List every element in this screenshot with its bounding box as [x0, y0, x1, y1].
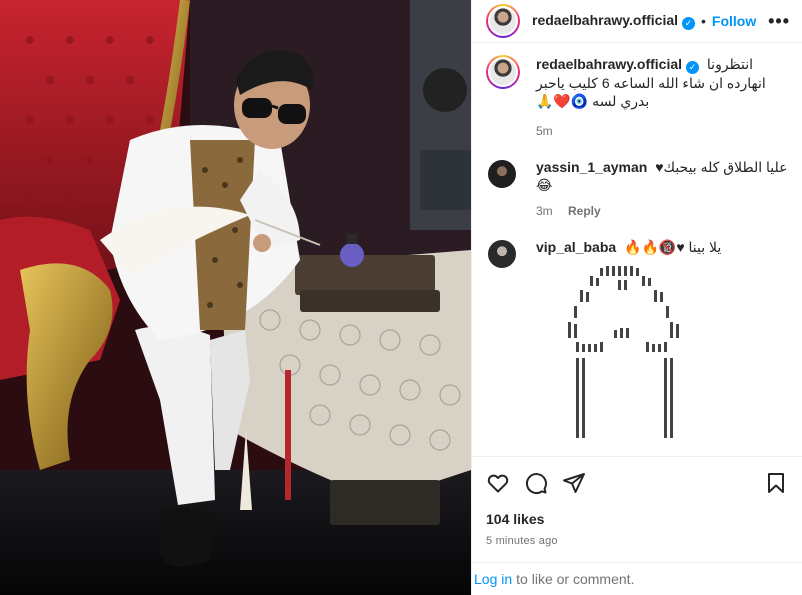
caption-text-line3: بدري لسه 🧿❤️🙏 — [536, 93, 650, 109]
comment-meta: 3m Reply — [536, 202, 790, 220]
caption-avatar[interactable] — [488, 57, 518, 87]
caption-username[interactable]: redaelbahrawy.official — [536, 56, 682, 72]
comment-body: vip_al_baba يلا بينا ♥🔞🔥🔥 — [536, 238, 790, 444]
post-actions: 104 likes 5 minutes ago — [472, 456, 802, 547]
login-prompt-text: to like or comment. — [516, 571, 635, 587]
post-photo — [0, 0, 471, 595]
ascii-art-drawing — [568, 266, 679, 438]
author-avatar[interactable] — [488, 6, 518, 36]
caption-row: redaelbahrawy.official ✓ انتظرونا انهارده… — [486, 55, 790, 140]
post-side-panel: redaelbahrawy.official ✓ • Follow ••• red… — [471, 0, 802, 595]
comment-body: yassin_1_ayman عليا الطلاق كله بيحبك♥ 😂 … — [536, 158, 790, 220]
comment-username[interactable]: yassin_1_ayman — [536, 159, 647, 175]
caption-time: 5m — [536, 124, 553, 138]
action-icons — [486, 469, 788, 497]
comment-row: yassin_1_ayman عليا الطلاق كله بيحبك♥ 😂 … — [486, 158, 790, 220]
commenter-avatar[interactable] — [486, 238, 518, 270]
comments-list[interactable]: redaelbahrawy.official ✓ انتظرونا انهارده… — [486, 55, 790, 455]
caption-avatar-ring[interactable] — [486, 55, 520, 89]
share-icon[interactable] — [562, 471, 586, 495]
comment-time: 3m — [536, 204, 553, 218]
comment-icon[interactable] — [524, 471, 548, 495]
commenter-avatar[interactable] — [486, 158, 518, 190]
comment-emoji: 😂 — [536, 177, 553, 193]
more-options-icon[interactable]: ••• — [768, 11, 790, 32]
login-link[interactable]: Log in — [474, 571, 512, 587]
verified-badge-icon: ✓ — [682, 17, 696, 30]
comment-row: vip_al_baba يلا بينا ♥🔞🔥🔥 — [486, 238, 790, 444]
comment-text: عليا الطلاق كله بيحبك♥ — [655, 159, 788, 175]
author-username-text[interactable]: redaelbahrawy.official — [532, 12, 678, 28]
author-avatar-ring[interactable] — [486, 4, 520, 38]
separator-dot: • — [701, 13, 706, 29]
follow-button[interactable]: Follow — [712, 13, 756, 29]
caption-body: redaelbahrawy.official ✓ انتظرونا انهارده… — [536, 55, 790, 140]
likes-count[interactable]: 104 likes — [486, 511, 788, 527]
author-username[interactable]: redaelbahrawy.official ✓ — [532, 12, 696, 30]
caption-text-line2: انهارده ان شاء الله الساعه 6 كليب ياحبر — [536, 75, 766, 91]
post-time: 5 minutes ago — [486, 535, 558, 547]
post-photo-art — [0, 0, 471, 595]
post-header: redaelbahrawy.official ✓ • Follow ••• — [472, 0, 802, 43]
reply-button[interactable]: Reply — [568, 204, 601, 218]
verified-badge-icon: ✓ — [686, 61, 700, 74]
heart-icon[interactable] — [486, 471, 510, 495]
caption-text-line1: انتظرونا — [706, 56, 754, 72]
bookmark-icon[interactable] — [764, 471, 788, 495]
comment-username[interactable]: vip_al_baba — [536, 239, 616, 255]
comment-text: يلا بينا ♥🔞🔥🔥 — [624, 239, 722, 255]
login-prompt: Log in to like or comment. — [472, 562, 802, 595]
